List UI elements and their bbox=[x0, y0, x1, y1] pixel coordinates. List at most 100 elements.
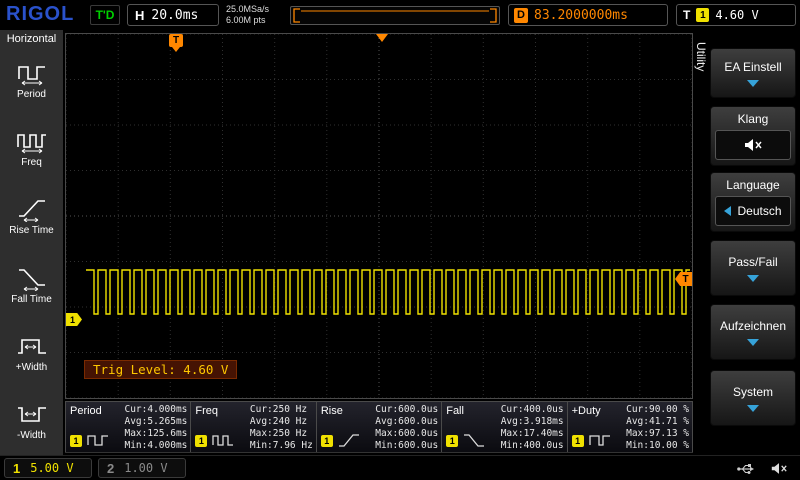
delay-badge: D bbox=[514, 8, 528, 23]
measurement-source: 1 bbox=[572, 433, 612, 448]
channel1-number: 1 bbox=[13, 461, 20, 476]
sidebar-item-label: Freq bbox=[21, 157, 42, 168]
sidebar-item-rise-time[interactable]: Rise Time bbox=[0, 182, 63, 250]
measurement-min: Min:10.00 % bbox=[626, 440, 689, 452]
horizontal-scale-readout: H 20.0ms bbox=[127, 4, 219, 26]
softkey-label: EA Einstell bbox=[724, 60, 781, 74]
minus-width-icon bbox=[16, 401, 48, 427]
softkey-system[interactable]: System bbox=[710, 370, 796, 426]
channel2-status[interactable]: 2 1.00 V bbox=[98, 458, 186, 478]
chevron-down-icon bbox=[747, 80, 759, 87]
memory-depth: 6.00M pts bbox=[226, 15, 269, 26]
freq-icon bbox=[16, 128, 48, 154]
rigol-logo: RIGOL bbox=[6, 3, 74, 26]
measurement-min: Min:400.0us bbox=[501, 440, 564, 452]
sidebar-item-label: Fall Time bbox=[11, 294, 52, 305]
measurement-min: Min:600.0us bbox=[375, 440, 438, 452]
trigger-position-triangle-icon bbox=[376, 34, 388, 42]
measurement-min: Min:4.000ms bbox=[124, 440, 187, 452]
sample-rate: 25.0MSa/s bbox=[226, 4, 269, 15]
speaker-icon bbox=[770, 461, 788, 476]
measurement-avg: Avg:600.0us bbox=[375, 416, 438, 428]
acquisition-info: 25.0MSa/s 6.00M pts bbox=[226, 4, 269, 26]
sidebar-item-freq[interactable]: Freq bbox=[0, 114, 63, 182]
fall-time-icon bbox=[16, 265, 48, 291]
measurement-name: Period bbox=[70, 405, 102, 417]
softkey-language[interactable]: Language Deutsch bbox=[710, 172, 796, 232]
channel1-waveform bbox=[66, 34, 692, 398]
measurement-source: 1 bbox=[195, 433, 235, 448]
horizontal-value: 20.0ms bbox=[151, 8, 198, 23]
softkey-pass-fail[interactable]: Pass/Fail bbox=[710, 240, 796, 296]
trigger-readout: T 1 4.60 V bbox=[676, 4, 796, 26]
square-wave-icon bbox=[86, 433, 110, 448]
channel-status-bar: 1 5.00 V 2 1.00 V bbox=[0, 455, 800, 480]
measurement-name: Fall bbox=[446, 405, 464, 417]
display-area: T T 1 Trig Level: 4.60 V Period 1 Cur:4.… bbox=[63, 30, 693, 455]
measurement-avg: Avg:240 Hz bbox=[250, 416, 313, 428]
softkey-label: Language bbox=[726, 178, 779, 192]
measurement-values: Cur:250 Hz Avg:240 Hz Max:250 Hz Min:7.9… bbox=[250, 404, 313, 452]
measurement-cur: Cur:250 Hz bbox=[250, 404, 313, 416]
sidebar-item-period[interactable]: Period bbox=[0, 46, 63, 114]
measurement-bar: Period 1 Cur:4.000ms Avg:5.265ms Max:125… bbox=[65, 401, 693, 453]
preview-waveform-icon bbox=[291, 7, 499, 24]
channel1-badge: 1 bbox=[446, 435, 458, 447]
trigger-level-value: 4.60 V bbox=[715, 8, 758, 22]
measurement-max: Max:97.13 % bbox=[626, 428, 689, 440]
channel1-badge: 1 bbox=[321, 435, 333, 447]
delay-readout: D 83.2000000ms bbox=[508, 4, 668, 26]
measurement-panel-duty: +Duty 1 Cur:90.00 % Avg:41.71 % Max:97.1… bbox=[568, 402, 693, 452]
measurement-panel-rise: Rise 1 Cur:600.0us Avg:600.0us Max:600.0… bbox=[317, 402, 442, 452]
channel1-badge: 1 bbox=[572, 435, 584, 447]
square-wave-icon bbox=[588, 433, 612, 448]
measurement-panel-fall: Fall 1 Cur:400.0us Avg:3.918ms Max:17.40… bbox=[442, 402, 567, 452]
speaker-muted-icon bbox=[743, 137, 763, 153]
measurement-source: 1 bbox=[321, 433, 361, 448]
chevron-down-icon bbox=[747, 405, 759, 412]
measurement-max: Max:250 Hz bbox=[250, 428, 313, 440]
plus-width-icon bbox=[16, 333, 48, 359]
channel1-badge: 1 bbox=[195, 435, 207, 447]
sidebar-item-fall-time[interactable]: Fall Time bbox=[0, 251, 63, 319]
sidebar-item-label: +Width bbox=[16, 362, 47, 373]
measurement-cur: Cur:600.0us bbox=[375, 404, 438, 416]
chevron-left-icon bbox=[724, 206, 731, 216]
chevron-down-icon bbox=[747, 339, 759, 346]
measurement-max: Max:17.40ms bbox=[501, 428, 564, 440]
measurement-name: +Duty bbox=[572, 405, 601, 417]
measurement-max: Max:125.6ms bbox=[124, 428, 187, 440]
square-wave-icon bbox=[211, 433, 235, 448]
channel1-status[interactable]: 1 5.00 V bbox=[4, 458, 92, 478]
sidebar-item-minus-width[interactable]: -Width bbox=[0, 387, 63, 455]
measurement-source: 1 bbox=[446, 433, 486, 448]
softkey-aufzeichnen[interactable]: Aufzeichnen bbox=[710, 304, 796, 360]
softkey-klang[interactable]: Klang bbox=[710, 106, 796, 166]
measurement-max: Max:600.0us bbox=[375, 428, 438, 440]
period-icon bbox=[16, 60, 48, 86]
measurement-source: 1 bbox=[70, 433, 110, 448]
channel1-scale: 5.00 V bbox=[30, 461, 73, 475]
right-menu-title: Utility bbox=[694, 42, 708, 71]
measurement-panel-freq: Freq 1 Cur:250 Hz Avg:240 Hz Max:250 Hz … bbox=[191, 402, 316, 452]
softkey-label: Pass/Fail bbox=[728, 255, 777, 269]
left-menu-title: Horizontal bbox=[0, 30, 63, 46]
measurement-cur: Cur:4.000ms bbox=[124, 404, 187, 416]
trigger-label: T bbox=[683, 8, 690, 22]
softkey-label: Aufzeichnen bbox=[720, 319, 786, 333]
chevron-down-icon bbox=[747, 275, 759, 282]
measurement-values: Cur:4.000ms Avg:5.265ms Max:125.6ms Min:… bbox=[124, 404, 187, 452]
oscilloscope-screen: RIGOL T'D H 20.0ms 25.0MSa/s 6.00M pts D… bbox=[0, 0, 800, 480]
channel2-number: 2 bbox=[107, 461, 114, 476]
rise-time-icon bbox=[16, 196, 48, 222]
measurement-values: Cur:90.00 % Avg:41.71 % Max:97.13 % Min:… bbox=[626, 404, 689, 452]
softkey-label: System bbox=[733, 385, 773, 399]
sidebar-item-plus-width[interactable]: +Width bbox=[0, 319, 63, 387]
softkey-label: Klang bbox=[738, 112, 769, 126]
softkey-value: Deutsch bbox=[737, 204, 781, 218]
trigger-source-badge: 1 bbox=[696, 8, 709, 22]
softkey-ea-einstell[interactable]: EA Einstell bbox=[710, 48, 796, 98]
utility-menu: Utility EA Einstell Klang Language Deuts… bbox=[693, 30, 800, 455]
sidebar-item-label: Rise Time bbox=[9, 225, 53, 236]
softkey-value-box: Deutsch bbox=[715, 196, 791, 226]
